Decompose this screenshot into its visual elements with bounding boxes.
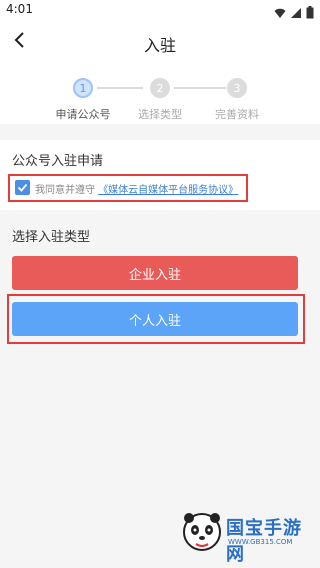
step-2-label: 选择类型 xyxy=(138,108,182,121)
stepper: 1 2 3 申请公众号 选择类型 完善资料 xyxy=(0,62,320,124)
step-3-circle: 3 xyxy=(227,78,247,98)
apply-section-title: 公众号入驻申请 xyxy=(12,154,104,169)
status-icons xyxy=(274,4,314,23)
status-time: 4:01 xyxy=(6,2,33,16)
agreement-highlight: 我同意并遵守 《媒体云自媒体平台服务协议》 xyxy=(8,174,248,202)
personal-button[interactable]: 个人入驻 xyxy=(12,302,298,336)
agreement-text: 我同意并遵守 《媒体云自媒体平台服务协议》 xyxy=(35,181,238,196)
agreement-link[interactable]: 《媒体云自媒体平台服务协议》 xyxy=(98,185,238,196)
watermark: 国宝手游网 WWW.GB315.COM xyxy=(180,510,310,565)
wifi-icon xyxy=(274,4,286,23)
watermark-url: WWW.GB315.COM xyxy=(228,538,293,546)
agreement-prefix: 我同意并遵守 xyxy=(35,185,95,196)
checkmark-icon xyxy=(17,178,28,197)
enterprise-button[interactable]: 企业入驻 xyxy=(12,256,298,290)
page-title: 入驻 xyxy=(143,36,176,55)
title-bar: 入驻 xyxy=(0,22,320,62)
step-1-label: 申请公众号 xyxy=(55,108,111,121)
step-2-circle: 2 xyxy=(150,78,170,98)
step-3-label: 完善资料 xyxy=(215,108,259,121)
step-connector-1 xyxy=(97,87,143,89)
signal-icon xyxy=(290,4,302,23)
step-connector-2 xyxy=(174,87,226,89)
panda-logo-icon xyxy=(180,510,224,558)
agree-checkbox[interactable] xyxy=(15,180,30,195)
step-1-circle: 1 xyxy=(73,78,93,98)
type-section-title: 选择入驻类型 xyxy=(12,230,91,245)
status-bar: 4:01 xyxy=(0,0,320,22)
battery-icon xyxy=(306,4,314,23)
